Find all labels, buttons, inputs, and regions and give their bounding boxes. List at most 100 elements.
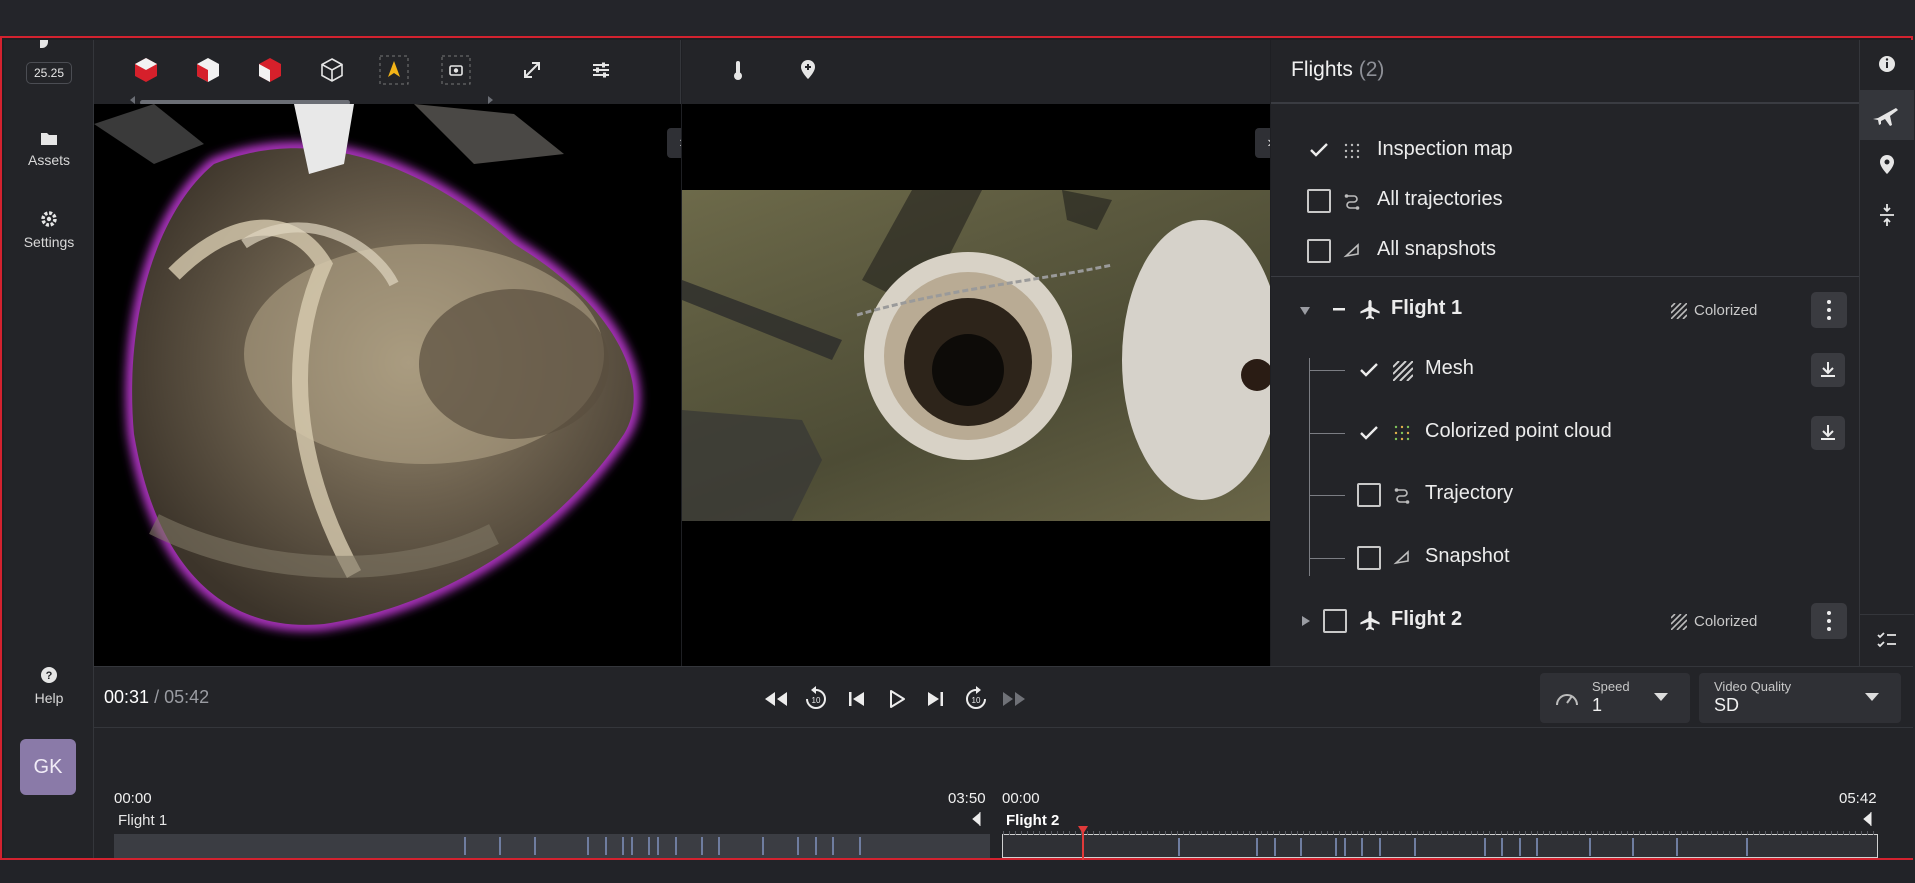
- timeline-event-mark: [605, 837, 607, 855]
- segment-name: Flight 2: [1006, 812, 1060, 829]
- add-location-icon[interactable]: [792, 54, 824, 86]
- minus-icon[interactable]: [1331, 301, 1347, 317]
- timeline-event-mark: [464, 837, 466, 855]
- speed-dropdown[interactable]: Speed 1: [1540, 673, 1690, 723]
- timeline-event-mark: [1256, 838, 1258, 856]
- forward-10-icon: 10: [966, 686, 986, 709]
- flight-2-track[interactable]: [1002, 831, 1878, 858]
- chevron-right-icon[interactable]: [1301, 615, 1311, 627]
- timeline-event-mark: [1344, 838, 1346, 856]
- right-rail: [1859, 40, 1914, 666]
- window-bottom-strip: [0, 860, 1915, 883]
- timeline-event-mark: [815, 837, 817, 855]
- cube-front-red-icon[interactable]: [130, 54, 162, 86]
- fast-forward-button[interactable]: [1000, 685, 1028, 713]
- 3d-mesh-view[interactable]: ›: [94, 104, 681, 666]
- north-arrow-icon[interactable]: [378, 54, 410, 86]
- nav-help[interactable]: ? Help: [4, 666, 94, 706]
- layer-label: Inspection map: [1377, 138, 1513, 160]
- previous-button[interactable]: [842, 685, 870, 713]
- timeline-event-mark: [499, 837, 501, 855]
- trajectory-icon: [1344, 194, 1360, 210]
- chevron-down-icon[interactable]: [1299, 306, 1311, 316]
- nav-help-label: Help: [34, 690, 64, 706]
- checklist-icon[interactable]: [1860, 614, 1914, 664]
- download-button[interactable]: [1811, 353, 1845, 387]
- play-button[interactable]: [882, 685, 910, 713]
- timeline-event-mark: [1632, 838, 1634, 856]
- layer-colorized-point-cloud[interactable]: Colorized point cloud: [1271, 408, 1859, 458]
- timeline-event-mark: [859, 837, 861, 855]
- tree-branch: [1309, 433, 1345, 434]
- flight-row-1[interactable]: Flight 1 Colorized: [1271, 285, 1859, 335]
- scroll-left-arrow[interactable]: [130, 96, 135, 104]
- svg-text:10: 10: [972, 696, 981, 705]
- segment-end-marker-icon[interactable]: [971, 812, 981, 826]
- cube-side-red-icon[interactable]: [192, 54, 224, 86]
- nav-assets[interactable]: Assets: [4, 130, 94, 168]
- airplane-icon: [1360, 611, 1380, 631]
- trajectory-icon: [1394, 488, 1410, 504]
- download-button[interactable]: [1811, 416, 1845, 450]
- screenshot-icon[interactable]: [440, 54, 472, 86]
- timeline-event-mark: [675, 837, 677, 855]
- layer-inspection-map[interactable]: Inspection map: [1271, 126, 1859, 176]
- rewind-button[interactable]: [762, 685, 790, 713]
- fullscreen-icon[interactable]: [516, 54, 548, 86]
- timeline-event-mark: [1274, 838, 1276, 856]
- pipe-mesh-render: [94, 104, 640, 631]
- app-window: 25.25 Assets Settings ? Help GK Flights …: [0, 36, 1914, 860]
- video-quality-dropdown[interactable]: Video Quality SD: [1699, 673, 1901, 723]
- back-10-button[interactable]: 10: [802, 685, 830, 713]
- collapse-right-pane-button[interactable]: ›: [1255, 128, 1270, 158]
- user-avatar[interactable]: GK: [20, 739, 76, 795]
- airplane-icon: [1360, 300, 1380, 320]
- forward-10-button[interactable]: 10: [962, 685, 990, 713]
- nav-settings[interactable]: Settings: [4, 210, 94, 250]
- cube-outline-icon[interactable]: [316, 54, 348, 86]
- cube-top-red-icon[interactable]: [254, 54, 286, 86]
- tree-branch: [1309, 558, 1345, 559]
- point-cloud-icon: [1394, 425, 1410, 441]
- video-viewer-pane: ›: [682, 40, 1270, 666]
- location-pin-icon[interactable]: [1860, 140, 1914, 190]
- layer-mesh[interactable]: Mesh: [1271, 345, 1859, 395]
- download-icon: [1821, 425, 1835, 440]
- flight-row-2[interactable]: Flight 2 Colorized: [1271, 596, 1859, 646]
- speed-value: 1: [1592, 695, 1603, 715]
- layer-snapshot[interactable]: Snapshot: [1271, 533, 1859, 583]
- current-time: 00:31: [104, 687, 150, 707]
- collapse-vertical-icon[interactable]: [1860, 190, 1914, 240]
- segment-end-marker-icon[interactable]: [1862, 812, 1872, 826]
- info-icon[interactable]: [1860, 40, 1914, 90]
- sliders-icon[interactable]: [585, 54, 617, 86]
- layer-all-snapshots[interactable]: All snapshots: [1271, 226, 1859, 276]
- video-frame-view[interactable]: ›: [682, 104, 1270, 666]
- timeline-event-mark: [587, 837, 589, 855]
- next-button[interactable]: [922, 685, 950, 713]
- timeline-event-mark: [1519, 838, 1521, 856]
- playhead[interactable]: [1077, 826, 1088, 860]
- scroll-right-arrow[interactable]: [488, 96, 493, 104]
- timeline-event-mark: [1379, 838, 1381, 856]
- thermometer-icon[interactable]: [722, 54, 754, 86]
- checkbox[interactable]: [1357, 546, 1381, 570]
- airplane-icon[interactable]: [1860, 90, 1914, 140]
- colorized-badge: Colorized: [1694, 302, 1758, 319]
- layer-trajectory[interactable]: Trajectory: [1271, 470, 1859, 520]
- checkbox[interactable]: [1357, 483, 1381, 507]
- mesh-hatch-icon: [1671, 614, 1687, 630]
- check-icon: [1360, 426, 1378, 440]
- layer-all-trajectories[interactable]: All trajectories: [1271, 176, 1859, 226]
- flight-1-track[interactable]: [114, 834, 990, 858]
- checkbox[interactable]: [1323, 609, 1347, 633]
- playhead-marker-icon: [1077, 826, 1088, 834]
- collapse-left-pane-button[interactable]: ›: [667, 128, 681, 158]
- snapshot-icon: [1343, 243, 1359, 258]
- checkbox[interactable]: [1307, 239, 1331, 263]
- timeline-event-mark: [718, 837, 720, 855]
- checkbox[interactable]: [1307, 189, 1331, 213]
- flight-options-button[interactable]: [1811, 603, 1847, 639]
- flight-options-button[interactable]: [1811, 292, 1847, 328]
- timeline-event-mark: [1746, 838, 1748, 856]
